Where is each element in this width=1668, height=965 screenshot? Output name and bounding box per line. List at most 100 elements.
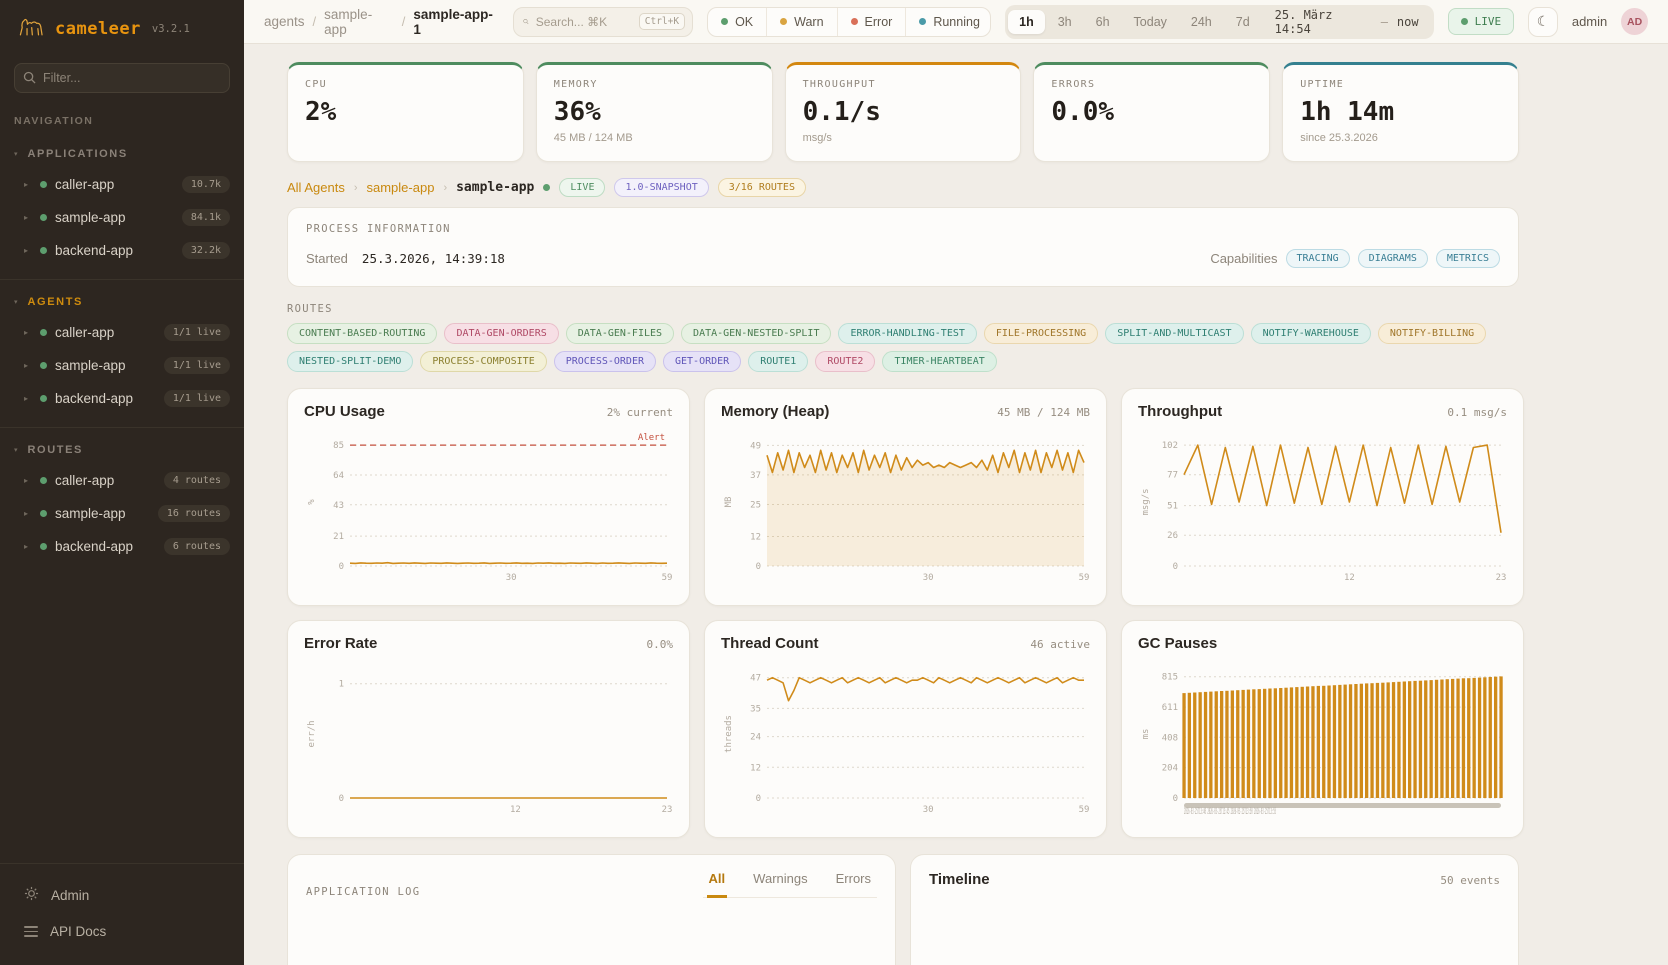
- log-tab-all[interactable]: All: [707, 871, 728, 898]
- sidebar-item-backend-app[interactable]: ▸backend-app1/1 live: [0, 382, 244, 415]
- global-search[interactable]: Ctrl+K: [513, 7, 693, 37]
- sidebar-item-caller-app[interactable]: ▸caller-app10.7k: [0, 168, 244, 201]
- sidebar-item-badge: 10.7k: [182, 176, 230, 193]
- chevron-right-icon: ▸: [24, 542, 32, 551]
- svg-text:47: 47: [750, 674, 761, 684]
- svg-text:59: 59: [662, 573, 673, 583]
- svg-text:43: 43: [333, 501, 344, 511]
- breadcrumb-item[interactable]: sample-app: [324, 7, 394, 37]
- status-filter-error[interactable]: Error: [837, 8, 906, 36]
- chart-title: CPU Usage: [304, 403, 385, 420]
- app-name: cameleer: [55, 19, 141, 39]
- app-logo[interactable]: cameleer v3.2.1: [0, 0, 244, 55]
- status-filter-ok[interactable]: OK: [708, 8, 766, 36]
- sidebar-item-backend-app[interactable]: ▸backend-app6 routes: [0, 530, 244, 563]
- route-tag-process-order[interactable]: PROCESS-ORDER: [554, 351, 656, 372]
- kpi-card-throughput: THROUGHPUT0.1/smsg/s: [785, 62, 1022, 162]
- sidebar-section-header-agents[interactable]: ▾AGENTS: [0, 290, 244, 316]
- agent-crumb-link[interactable]: All Agents: [287, 180, 345, 195]
- avatar[interactable]: AD: [1621, 8, 1648, 35]
- route-tag-data-gen-nested-split[interactable]: DATA-GEN-NESTED-SPLIT: [681, 323, 831, 344]
- route-tag-nested-split-demo[interactable]: NESTED-SPLIT-DEMO: [287, 351, 413, 372]
- svg-text:0: 0: [339, 794, 344, 804]
- time-range-6h[interactable]: 6h: [1085, 10, 1121, 34]
- search-icon: [523, 15, 529, 28]
- navigation-label: NAVIGATION: [0, 97, 244, 131]
- sidebar-section-header-routes[interactable]: ▾ROUTES: [0, 438, 244, 464]
- time-range-24h[interactable]: 24h: [1180, 10, 1223, 34]
- route-tag-process-composite[interactable]: PROCESS-COMPOSITE: [420, 351, 546, 372]
- route-tag-file-processing[interactable]: FILE-PROCESSING: [984, 323, 1098, 344]
- sidebar-item-label: sample-app: [55, 506, 150, 521]
- agent-badge-3-16-routes: 3/16 ROUTES: [718, 178, 806, 197]
- log-tab-errors[interactable]: Errors: [834, 871, 873, 898]
- time-range-3h[interactable]: 3h: [1047, 10, 1083, 34]
- application-log-panel: APPLICATION LOG AllWarningsErrors: [287, 854, 896, 965]
- time-range-7d[interactable]: 7d: [1225, 10, 1261, 34]
- agent-current-name: sample-app: [456, 180, 534, 195]
- sidebar-item-label: caller-app: [55, 473, 156, 488]
- route-tag-data-gen-orders[interactable]: DATA-GEN-ORDERS: [444, 323, 558, 344]
- chart-plot: 473524120threads3059: [721, 660, 1090, 816]
- status-dot-icon: [40, 395, 47, 402]
- sidebar-section-agents: ▾AGENTS▸caller-app1/1 live▸sample-app1/1…: [0, 279, 244, 427]
- route-tag-route2[interactable]: ROUTE2: [815, 351, 875, 372]
- bottom-panels: APPLICATION LOG AllWarningsErrors Timeli…: [287, 854, 1519, 965]
- route-tag-notify-billing[interactable]: NOTIFY-BILLING: [1378, 323, 1486, 344]
- status-filter-warn[interactable]: Warn: [766, 8, 836, 36]
- sidebar-item-caller-app[interactable]: ▸caller-app4 routes: [0, 464, 244, 497]
- chart-plot: 1027751260msg/s1223: [1138, 428, 1507, 584]
- svg-text:77: 77: [1167, 471, 1178, 481]
- footer-item-admin[interactable]: Admin: [0, 876, 244, 914]
- sidebar-item-sample-app[interactable]: ▸sample-app84.1k: [0, 201, 244, 234]
- route-tag-route1[interactable]: ROUTE1: [748, 351, 808, 372]
- route-tag-split-and-multicast[interactable]: SPLIT-AND-MULTICAST: [1105, 323, 1243, 344]
- chart-plot: 8156114082040ms2026-03-25T13:40 2026-03-…: [1138, 660, 1507, 816]
- sidebar-item-sample-app[interactable]: ▸sample-app1/1 live: [0, 349, 244, 382]
- dark-mode-toggle[interactable]: ☾: [1528, 7, 1558, 37]
- time-range-today[interactable]: Today: [1123, 10, 1178, 34]
- sidebar-filter-input[interactable]: [14, 63, 230, 93]
- date-range-control[interactable]: 25. März 14:54 – now: [1263, 8, 1431, 36]
- chart-title: Memory (Heap): [721, 403, 829, 420]
- route-tag-get-order[interactable]: GET-ORDER: [663, 351, 741, 372]
- main-area: agents/sample-app/sample-app-1 Ctrl+K OK…: [244, 0, 1668, 965]
- search-shortcut-kbd: Ctrl+K: [639, 13, 685, 30]
- live-status-badge[interactable]: LIVE: [1448, 8, 1515, 35]
- sidebar-section-header-applications[interactable]: ▾APPLICATIONS: [0, 142, 244, 168]
- log-tab-warnings[interactable]: Warnings: [751, 871, 809, 898]
- kpi-value: 1h 14m: [1300, 97, 1501, 127]
- capability-badge-tracing: TRACING: [1286, 249, 1350, 268]
- status-filter-running[interactable]: Running: [905, 8, 991, 36]
- sidebar-item-sample-app[interactable]: ▸sample-app16 routes: [0, 497, 244, 530]
- route-tag-content-based-routing[interactable]: CONTENT-BASED-ROUTING: [287, 323, 437, 344]
- route-tag-error-handling-test[interactable]: ERROR-HANDLING-TEST: [838, 323, 976, 344]
- agent-crumb-link[interactable]: sample-app: [367, 180, 435, 195]
- breadcrumb-item: sample-app-1: [413, 7, 499, 37]
- status-dot-icon: [40, 543, 47, 550]
- svg-text:msg/s: msg/s: [1141, 488, 1151, 515]
- status-dot-icon: [40, 181, 47, 188]
- sidebar-item-backend-app[interactable]: ▸backend-app32.2k: [0, 234, 244, 267]
- sidebar-sections: ▾APPLICATIONS▸caller-app10.7k▸sample-app…: [0, 131, 244, 575]
- time-range-1h[interactable]: 1h: [1008, 10, 1045, 34]
- search-input[interactable]: [536, 15, 632, 29]
- chart-value-label: 0.0%: [647, 638, 674, 651]
- kpi-subtitle: msg/s: [803, 132, 1004, 144]
- chart-header: Memory (Heap)45 MB / 124 MB: [721, 403, 1090, 420]
- status-dot-icon: [543, 184, 550, 191]
- sidebar-item-label: backend-app: [55, 391, 156, 406]
- footer-item-api-docs[interactable]: API Docs: [0, 914, 244, 949]
- route-tag-notify-warehouse[interactable]: NOTIFY-WAREHOUSE: [1251, 323, 1371, 344]
- breadcrumb-item[interactable]: agents: [264, 14, 305, 29]
- route-tag-data-gen-files[interactable]: DATA-GEN-FILES: [566, 323, 674, 344]
- svg-text:64: 64: [333, 471, 344, 481]
- route-tag-timer-heartbeat[interactable]: TIMER-HEARTBEAT: [882, 351, 996, 372]
- sidebar-item-caller-app[interactable]: ▸caller-app1/1 live: [0, 316, 244, 349]
- status-dot-icon: [40, 477, 47, 484]
- chevron-right-icon: ▸: [24, 361, 32, 370]
- kpi-label: THROUGHPUT: [803, 79, 1004, 90]
- sidebar-item-badge: 1/1 live: [164, 357, 230, 374]
- chart-value-label: 0.1 msg/s: [1447, 406, 1507, 419]
- svg-text:51: 51: [1167, 502, 1178, 512]
